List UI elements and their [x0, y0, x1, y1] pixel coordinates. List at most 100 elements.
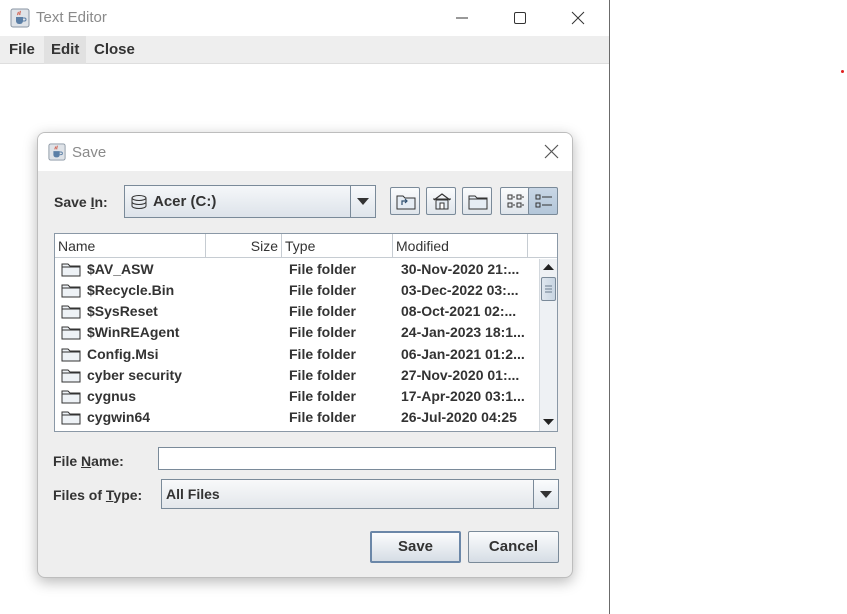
file-name: cyber security [87, 367, 182, 383]
column-header-type[interactable]: Type [282, 234, 393, 258]
scroll-thumb[interactable] [541, 277, 556, 301]
grip-icon [545, 285, 552, 293]
file-type: File folder [289, 367, 356, 383]
file-modified: 06-Jan-2021 01:2... [401, 346, 525, 362]
file-type: File folder [289, 346, 356, 362]
up-one-level-button[interactable] [390, 187, 420, 215]
folder-icon [61, 326, 81, 340]
files-of-type-combo[interactable]: All Files [161, 479, 559, 509]
close-window-button[interactable] [549, 0, 607, 36]
menu-edit[interactable]: Edit [44, 36, 87, 64]
file-modified: 17-Apr-2020 03:1... [401, 388, 525, 404]
save-in-value: Acer (C:) [153, 193, 217, 210]
list-item[interactable]: cygwin64 File folder 26-Jul-2020 04:25 [55, 407, 539, 428]
file-modified: 03-Dec-2022 03:... [401, 282, 519, 298]
maximize-icon [514, 12, 526, 24]
files-of-type-label: Files of Type: [53, 487, 143, 503]
details-view-button[interactable] [528, 187, 558, 215]
scroll-up-button[interactable] [540, 259, 557, 275]
save-dialog: Save Save In: Acer (C:) Name Size Type M… [37, 132, 573, 578]
chevron-down-icon [357, 198, 369, 205]
files-of-type-value: All Files [166, 486, 220, 502]
list-item[interactable]: Config.Msi File folder 06-Jan-2021 01:2.… [55, 344, 539, 365]
menu-bar: File Edit Close [0, 36, 609, 64]
up-folder-icon [396, 195, 416, 210]
maximize-button[interactable] [491, 0, 549, 36]
file-modified: 08-Oct-2021 02:... [401, 303, 517, 319]
home-icon [433, 193, 451, 210]
file-type: File folder [289, 261, 356, 277]
menu-close[interactable]: Close [94, 41, 135, 58]
editor-title: Text Editor [36, 9, 107, 26]
folder-icon [61, 390, 81, 404]
hard-drive-icon [131, 195, 147, 210]
file-type: File folder [289, 409, 356, 425]
list-item[interactable]: $Recycle.Bin File folder 03-Dec-2022 03:… [55, 280, 539, 301]
file-modified: 30-Nov-2020 21:... [401, 261, 520, 277]
folder-icon [61, 369, 81, 383]
details-view-icon [535, 194, 552, 208]
column-header-name[interactable]: Name [55, 234, 206, 258]
minimize-button[interactable] [433, 0, 491, 36]
file-name: cygnus [87, 388, 137, 404]
list-item[interactable]: cyber security File folder 27-Nov-2020 0… [55, 365, 539, 386]
file-modified: 24-Jan-2023 18:1... [401, 324, 525, 340]
column-header-modified[interactable]: Modified [393, 234, 528, 258]
list-item[interactable]: $SysReset File folder 08-Oct-2021 02:... [55, 301, 539, 322]
files-of-type-dropdown-button[interactable] [533, 480, 558, 508]
folder-icon [61, 411, 81, 425]
header-corner [529, 234, 557, 258]
save-in-label: Save In: [54, 194, 108, 210]
file-type: File folder [289, 303, 356, 319]
file-rows: $AV_ASW File folder 30-Nov-2020 21:... $… [55, 259, 539, 431]
file-name: $WinREAgent [87, 324, 180, 340]
file-modified: 26-Jul-2020 04:25 [401, 409, 517, 425]
file-name: $AV_ASW [87, 261, 154, 277]
file-name: cygwin64 [87, 409, 151, 425]
file-name: $SysReset [87, 303, 158, 319]
folder-icon [61, 305, 81, 319]
folder-icon [61, 348, 81, 362]
file-type: File folder [289, 282, 356, 298]
vertical-scrollbar[interactable] [539, 259, 557, 431]
scroll-down-button[interactable] [540, 414, 557, 430]
save-button[interactable]: Save [370, 531, 461, 563]
list-item[interactable]: cygnus File folder 17-Apr-2020 03:1... [55, 386, 539, 407]
file-type: File folder [289, 324, 356, 340]
file-name: Config.Msi [87, 346, 159, 362]
chevron-up-icon [543, 264, 554, 270]
dialog-title: Save [72, 144, 107, 161]
file-name-label: File Name: [53, 453, 124, 469]
editor-titlebar: Text Editor [0, 0, 609, 36]
file-list: Name Size Type Modified $AV_ASW File fol… [54, 233, 558, 432]
cancel-button[interactable]: Cancel [468, 531, 559, 563]
folder-icon [61, 284, 81, 298]
list-view-icon [507, 194, 524, 208]
file-modified: 27-Nov-2020 01:... [401, 367, 520, 383]
java-cup-icon [48, 143, 66, 161]
list-item[interactable]: $AV_ASW File folder 30-Nov-2020 21:... [55, 259, 539, 280]
background-dot [841, 70, 844, 73]
minimize-icon [456, 17, 468, 19]
chevron-down-icon [543, 419, 554, 425]
list-view-button[interactable] [500, 187, 530, 215]
dialog-titlebar: Save [38, 133, 572, 171]
list-item[interactable]: $WinREAgent File folder 24-Jan-2023 18:1… [55, 322, 539, 343]
dialog-close-button[interactable] [538, 141, 564, 163]
chevron-down-icon [540, 491, 552, 498]
folder-icon [61, 263, 81, 277]
column-header-size[interactable]: Size [206, 234, 282, 258]
home-button[interactable] [426, 187, 456, 215]
new-folder-icon [468, 195, 488, 210]
file-name: $Recycle.Bin [87, 282, 175, 298]
file-name-input[interactable] [158, 447, 556, 470]
save-in-dropdown-button[interactable] [350, 186, 375, 217]
menu-file[interactable]: File [9, 41, 35, 58]
file-type: File folder [289, 388, 356, 404]
close-icon [571, 11, 585, 25]
file-list-header: Name Size Type Modified [55, 234, 529, 258]
save-in-combo[interactable]: Acer (C:) [124, 185, 376, 218]
java-cup-icon [10, 8, 30, 28]
close-icon [544, 144, 559, 159]
create-new-folder-button[interactable] [462, 187, 492, 215]
